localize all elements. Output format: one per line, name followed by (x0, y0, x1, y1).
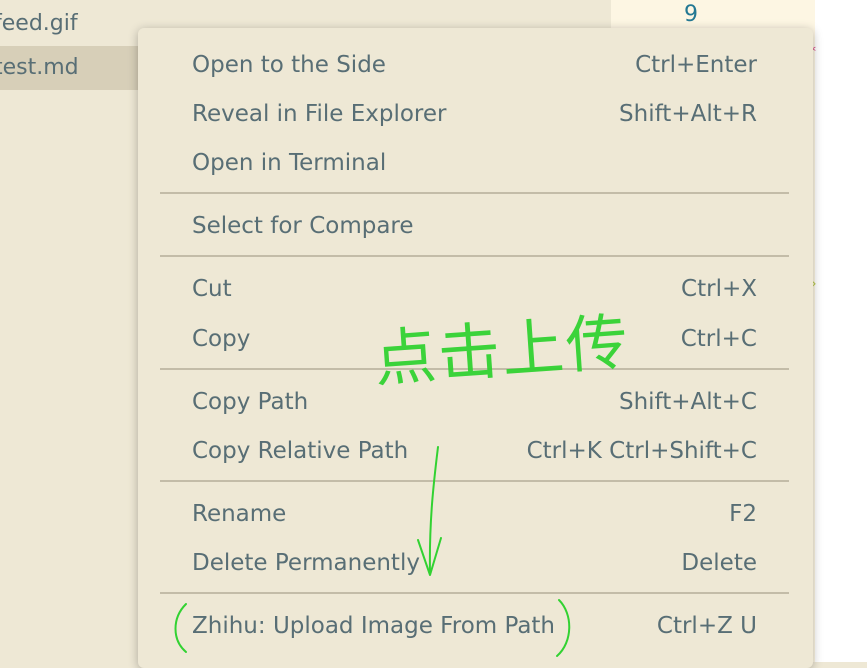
menu-separator (160, 192, 789, 194)
file-name: test.md (0, 55, 79, 80)
menu-item-shortcut: Delete (681, 550, 757, 576)
file-name: feed.gif (0, 11, 78, 36)
menu-item-shortcut: Ctrl+X (681, 276, 757, 302)
menu-item-label: Open in Terminal (192, 150, 387, 176)
menu-separator (160, 480, 789, 482)
line-number: 9 (684, 2, 698, 27)
menu-item-label: Reveal in File Explorer (192, 101, 447, 127)
menu-item-open-in-terminal[interactable]: Open in Terminal (160, 139, 789, 187)
menu-item-zhihu-upload-image[interactable]: Zhihu: Upload Image From Path Ctrl+Z U (160, 602, 789, 650)
menu-item-shortcut: Shift+Alt+C (618, 389, 757, 415)
menu-item-label: Zhihu: Upload Image From Path (192, 613, 556, 639)
menu-item-rename[interactable]: Rename F2 (160, 490, 789, 538)
menu-item-label: Copy Path (192, 389, 309, 415)
menu-item-label: Delete Permanently (192, 550, 420, 576)
menu-item-label: Rename (192, 501, 287, 527)
menu-item-shortcut: Shift+Alt+R (619, 101, 757, 127)
menu-item-label: Copy (192, 326, 251, 352)
menu-item-shortcut: Ctrl+K Ctrl+Shift+C (526, 438, 757, 464)
menu-separator (160, 255, 789, 257)
menu-item-shortcut: Ctrl+C (680, 326, 757, 352)
menu-item-label: Cut (192, 276, 232, 302)
menu-item-cut[interactable]: Cut Ctrl+X (160, 265, 789, 313)
menu-item-label: Select for Compare (192, 213, 414, 239)
menu-item-open-to-side[interactable]: Open to the Side Ctrl+Enter (160, 41, 789, 89)
menu-item-reveal-in-file-explorer[interactable]: Reveal in File Explorer Shift+Alt+R (160, 90, 789, 138)
menu-item-shortcut: Ctrl+Enter (635, 52, 757, 78)
editor-right-edge: * › | (809, 0, 867, 662)
menu-item-shortcut: Ctrl+Z U (656, 613, 757, 639)
menu-item-label: Open to the Side (192, 52, 386, 78)
menu-item-copy-relative-path[interactable]: Copy Relative Path Ctrl+K Ctrl+Shift+C (160, 427, 789, 475)
menu-item-delete-permanently[interactable]: Delete Permanently Delete (160, 539, 789, 587)
menu-item-shortcut: F2 (729, 501, 757, 527)
menu-separator (160, 592, 789, 594)
menu-item-select-for-compare[interactable]: Select for Compare (160, 202, 789, 250)
menu-item-label: Copy Relative Path (192, 438, 409, 464)
